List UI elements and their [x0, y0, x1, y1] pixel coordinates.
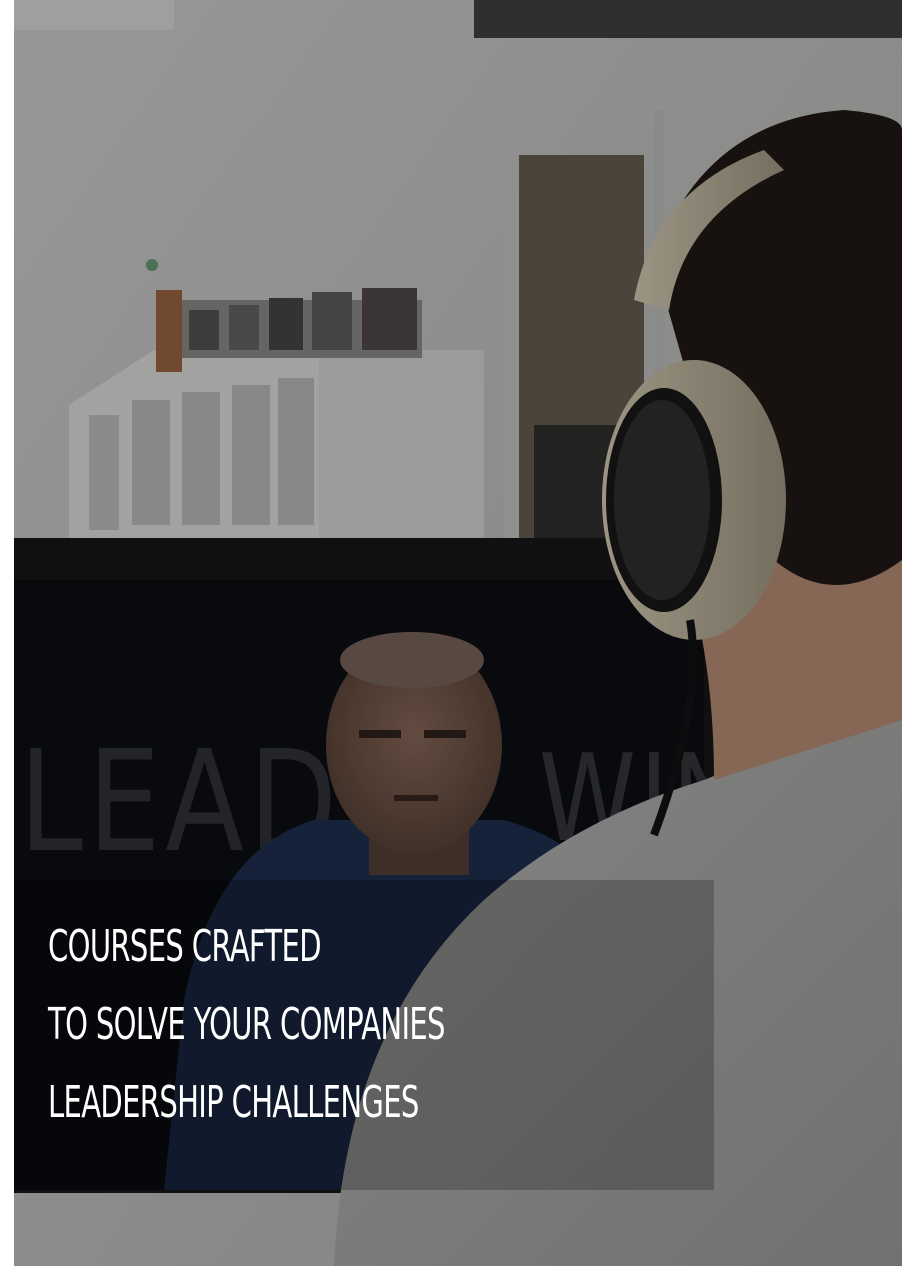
hero-card: LEAD WIN COURSES CRAFTED TO SOLVE YOUR C…	[0, 0, 902, 1266]
headline-line-2: TO SOLVE YOUR COMPANIES	[48, 999, 445, 1050]
headline-line-3: LEADERSHIP CHALLENGES	[48, 1077, 419, 1128]
hero-headline: COURSES CRAFTED TO SOLVE YOUR COMPANIES …	[48, 908, 445, 1142]
headline-line-1: COURSES CRAFTED	[48, 921, 322, 972]
